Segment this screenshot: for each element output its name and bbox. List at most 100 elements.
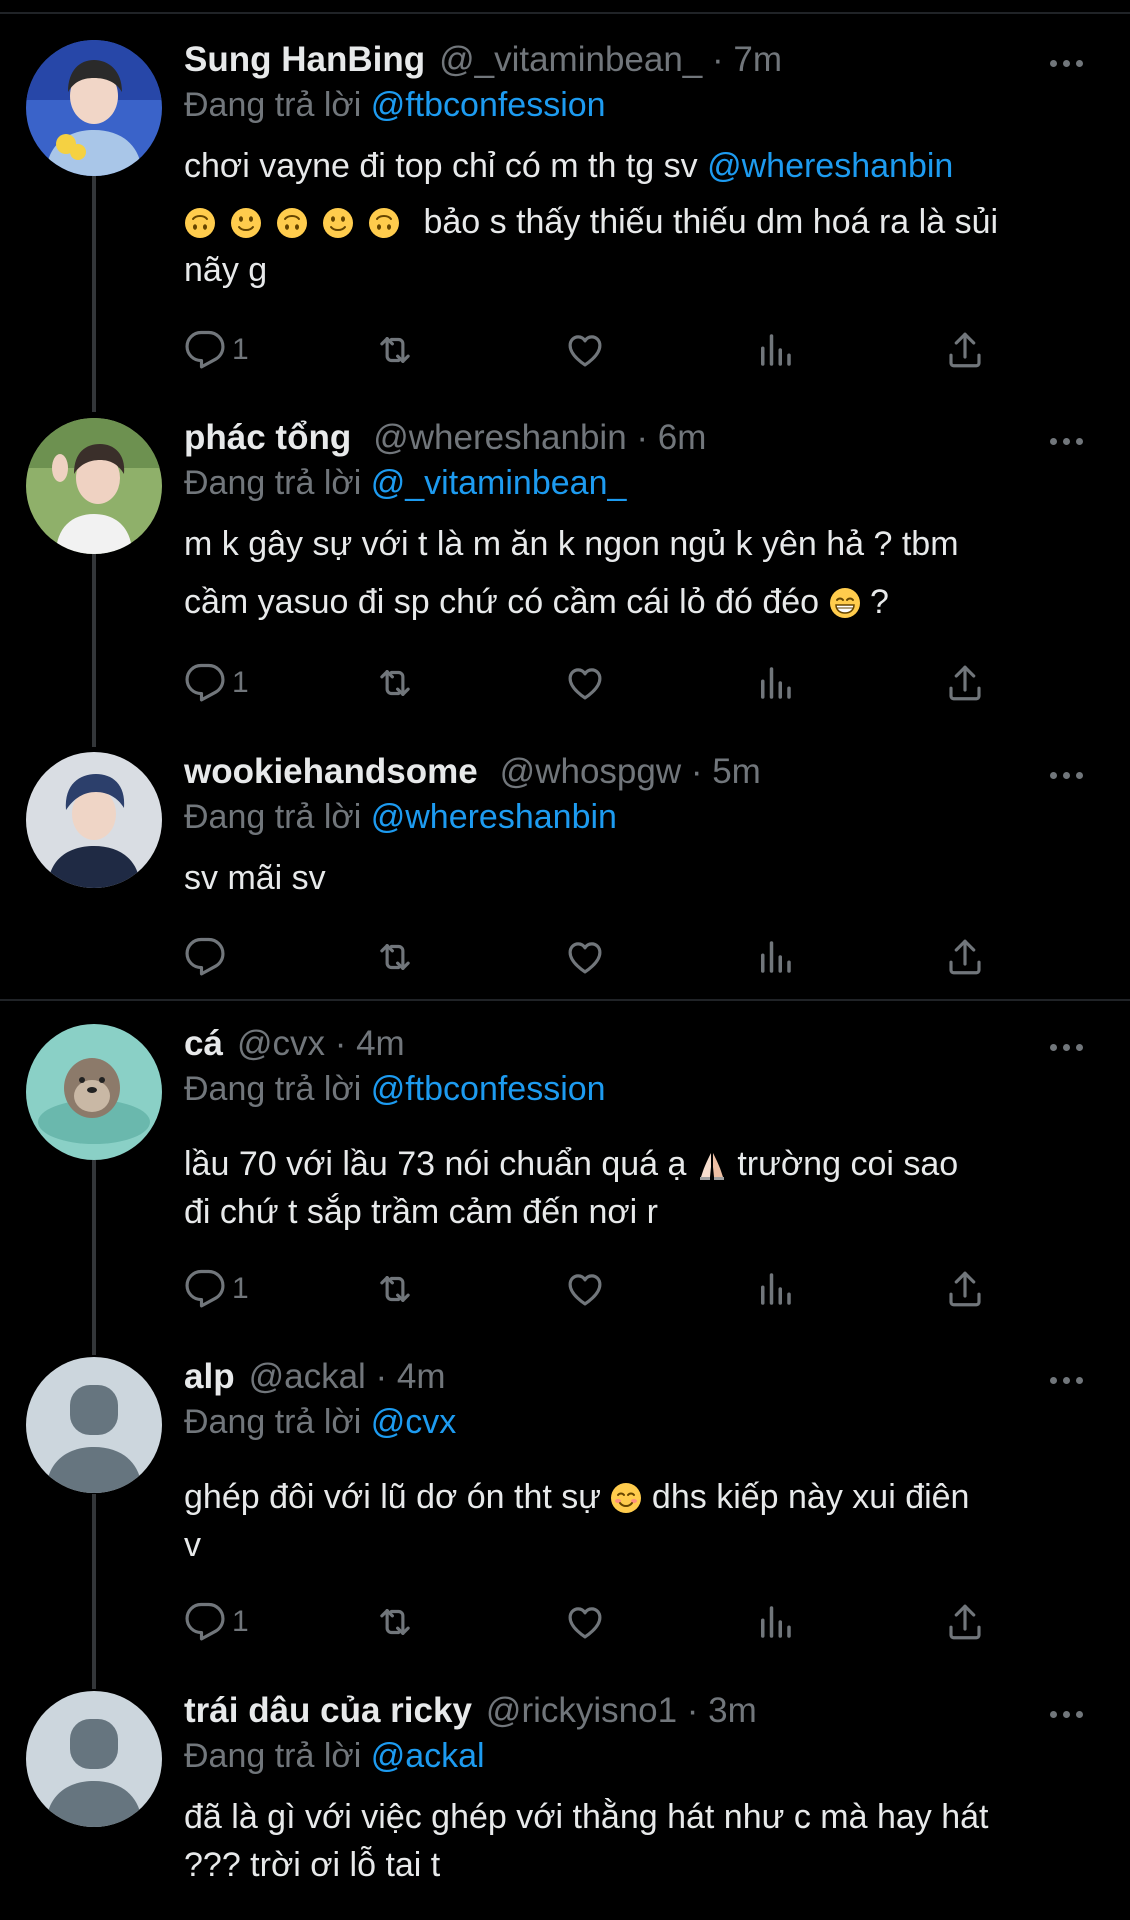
like-button[interactable] [564,1264,606,1314]
retweet-button[interactable] [374,325,416,375]
handle-and-time[interactable]: @rickyisno1 · 3m [486,1691,757,1731]
thread-divider [0,999,1130,1001]
share-button[interactable] [944,1597,986,1647]
handle-and-time[interactable]: @cvx · 4m [237,1024,405,1064]
replying-to-label: Đang trả lời [184,1070,362,1108]
retweet-button[interactable] [374,1264,416,1314]
reply-mention-link[interactable]: @ackal [371,1737,485,1775]
avatar[interactable] [26,418,162,554]
tweet-text-line: lầu 70 với lầu 73 nói chuẩn quá ạ [184,1145,696,1183]
share-button[interactable] [944,1264,986,1314]
reply-mention-link[interactable]: @whereshanbin [371,798,617,836]
retweet-icon [374,662,416,704]
default-avatar[interactable] [26,1691,162,1827]
tweet-text-line: trường coi sao [727,1145,959,1183]
reply-button[interactable]: 1 [184,1264,249,1314]
reply-mention-link[interactable]: @ftbconfession [371,86,606,124]
action-bar [184,932,1004,982]
replying-to-label: Đang trả lời [184,1737,362,1775]
views-button[interactable] [754,932,796,982]
display-name[interactable]: Sung HanBing [184,40,425,80]
views-button[interactable] [754,325,796,375]
mention-link[interactable]: @whereshanbin [707,147,953,185]
slightly-smiling-face-emoji [230,207,262,239]
more-options-icon[interactable] [1050,760,1090,790]
share-button[interactable] [944,932,986,982]
like-button[interactable] [564,1597,606,1647]
views-icon [754,1601,796,1643]
reply-mention-link[interactable]: @ftbconfession [371,1070,606,1108]
tweet[interactable]: wookiehandsome @whospgw · 5m Đang trả lờ… [0,752,1130,992]
reply-button[interactable]: 1 [184,1597,249,1647]
share-icon [944,662,986,704]
retweet-button[interactable] [374,1597,416,1647]
more-options-icon[interactable] [1050,48,1090,78]
heart-icon [564,662,606,704]
reply-count: 1 [232,333,249,366]
handle-and-time[interactable]: @whospgw · 5m [500,752,761,792]
reply-icon [184,936,226,978]
tweet[interactable]: phác tổng @whereshanbin · 6m Đang trả lờ… [0,418,1130,728]
tweet-text-line: v [184,1526,201,1564]
action-bar: 1 [184,1597,1004,1647]
more-options-icon[interactable] [1050,1032,1090,1062]
tweet-text: đã là gì với việc ghép với thằng hát như… [184,1793,1094,1889]
replying-to: Đang trả lời @cvx [184,1403,456,1442]
display-name[interactable]: wookiehandsome [184,752,478,792]
reply-button[interactable]: 1 [184,658,249,708]
retweet-button[interactable] [374,932,416,982]
tweet-text-line: m k gây sự với t là m ăn k ngon ngủ k yê… [184,525,959,563]
like-button[interactable] [564,658,606,708]
display-name[interactable]: trái dâu của ricky [184,1691,472,1731]
handle-and-time[interactable]: @whereshanbin · 6m [373,418,706,458]
share-icon [944,1268,986,1310]
views-button[interactable] [754,1264,796,1314]
heart-icon [564,329,606,371]
handle-and-time[interactable]: @ackal · 4m [249,1357,446,1397]
tweet-text-line: chơi vayne đi top chỉ có m th tg sv [184,147,708,185]
heart-icon [564,936,606,978]
views-button[interactable] [754,1597,796,1647]
retweet-icon [374,1268,416,1310]
action-bar: 1 [184,1264,1004,1314]
reply-icon [184,1268,226,1310]
share-button[interactable] [944,325,986,375]
reply-mention-link[interactable]: @cvx [371,1403,457,1441]
reply-icon [184,662,226,704]
views-icon [754,329,796,371]
tweet[interactable]: trái dâu của ricky @rickyisno1 · 3m Đang… [0,1691,1130,1920]
like-button[interactable] [564,325,606,375]
retweet-button[interactable] [374,658,416,708]
tweet[interactable]: alp @ackal · 4m Đang trả lời @cvx ghép đ… [0,1357,1130,1667]
tweet[interactable]: cá @cvx · 4m Đang trả lời @ftbconfession… [0,1024,1130,1334]
reply-icon [184,329,226,371]
more-options-icon[interactable] [1050,1365,1090,1395]
avatar[interactable] [26,40,162,176]
display-name[interactable]: phác tổng [184,418,351,458]
upside-down-face-emoji [368,207,400,239]
tweet[interactable]: Sung HanBing @_vitaminbean_ · 7m Đang tr… [0,40,1130,370]
display-name[interactable]: alp [184,1357,235,1397]
reply-mention-link[interactable]: @_vitaminbean_ [371,464,627,502]
reply-button[interactable] [184,932,226,982]
tweet-text-line: đi chứ t sắp trầm cảm đến nơi r [184,1193,659,1231]
retweet-icon [374,329,416,371]
views-button[interactable] [754,658,796,708]
views-icon [754,1268,796,1310]
retweet-icon [374,936,416,978]
views-icon [754,662,796,704]
more-options-icon[interactable] [1050,1699,1090,1729]
retweet-icon [374,1601,416,1643]
share-button[interactable] [944,658,986,708]
action-bar: 1 [184,325,1004,375]
like-button[interactable] [564,932,606,982]
more-options-icon[interactable] [1050,426,1090,456]
avatar[interactable] [26,752,162,888]
avatar[interactable] [26,1024,162,1160]
replying-to: Đang trả lời @_vitaminbean_ [184,464,626,503]
handle-and-time[interactable]: @_vitaminbean_ · 7m [439,40,782,80]
reply-button[interactable]: 1 [184,325,249,375]
display-name[interactable]: cá [184,1024,223,1064]
replying-to-label: Đang trả lời [184,798,362,836]
default-avatar[interactable] [26,1357,162,1493]
